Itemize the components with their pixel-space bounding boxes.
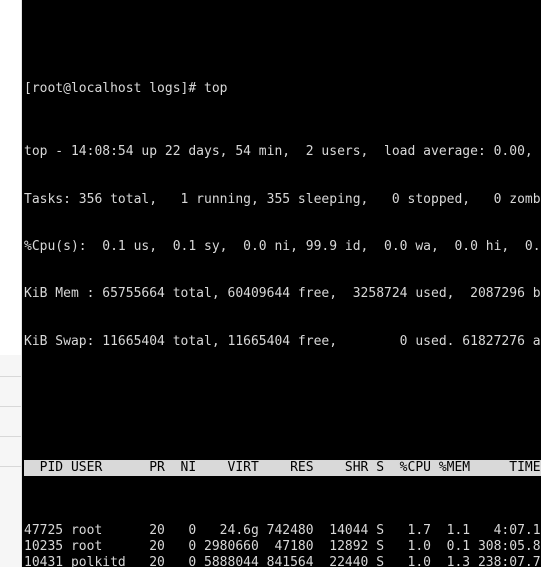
top-swap-line: KiB Swap: 11665404 total, 11665404 free,… <box>24 333 541 349</box>
process-row[interactable]: 10235 root 20 0 2980660 47180 12892 S 1.… <box>24 539 541 555</box>
background-window-upper <box>0 0 22 355</box>
process-table-header[interactable]: PID USER PR NI VIRT RES SHR S %CPU %MEM … <box>24 460 541 476</box>
top-uptime-line: top - 14:08:54 up 22 days, 54 min, 2 use… <box>24 144 541 160</box>
terminal-content: [root@localhost logs]# top top - 14:08:5… <box>22 32 541 567</box>
process-row[interactable]: 47725 root 20 0 24.6g 742480 14044 S 1.7… <box>24 523 541 539</box>
top-mem-line: KiB Mem : 65755664 total, 60409644 free,… <box>24 286 541 302</box>
process-row[interactable]: 10431 polkitd 20 0 5888044 841564 22440 … <box>24 555 541 567</box>
top-tasks-line: Tasks: 356 total, 1 running, 355 sleepin… <box>24 191 541 207</box>
shell-prompt-line: [root@localhost logs]# top <box>24 80 228 96</box>
background-window <box>0 0 22 567</box>
background-window-rule <box>0 376 22 377</box>
background-window-rule <box>0 436 22 437</box>
top-cpu-line: %Cpu(s): 0.1 us, 0.1 sy, 0.0 ni, 99.9 id… <box>24 238 541 254</box>
process-table-body: 47725 root 20 0 24.6g 742480 14044 S 1.7… <box>24 523 541 567</box>
background-window-lower <box>0 355 22 567</box>
screenshot-root: [root@localhost logs]# top top - 14:08:5… <box>0 0 541 567</box>
background-window-rule <box>0 466 22 467</box>
background-window-rule <box>0 406 22 407</box>
terminal-window[interactable]: [root@localhost logs]# top top - 14:08:5… <box>22 0 541 567</box>
